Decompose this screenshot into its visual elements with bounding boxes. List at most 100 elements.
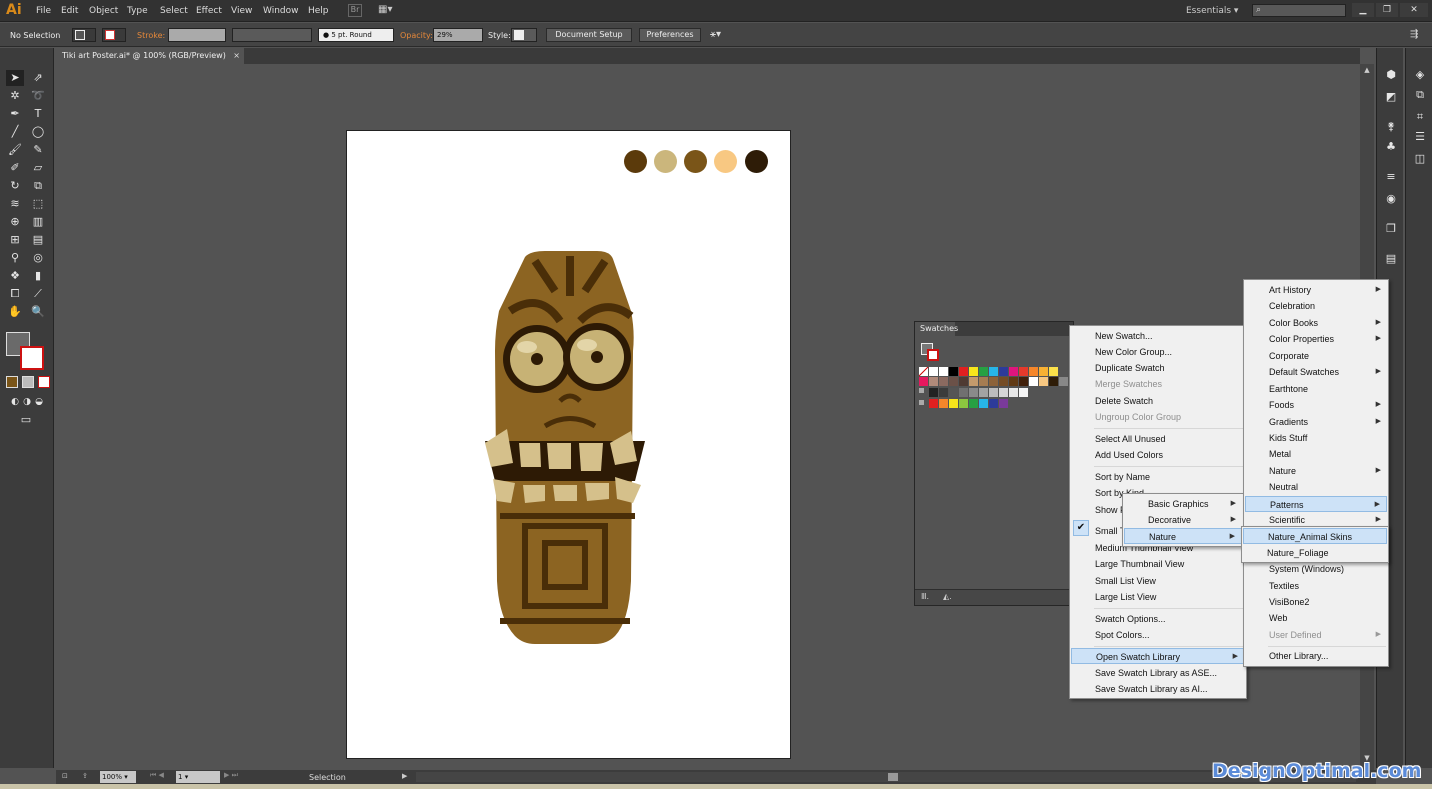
web-item[interactable]: Web <box>1245 610 1387 626</box>
palette-color-4[interactable] <box>714 150 737 173</box>
appearance-icon[interactable]: ◉ <box>1383 192 1399 206</box>
stroke-weight-field[interactable] <box>168 28 226 42</box>
column-graph-tool-icon[interactable]: ▮ <box>29 268 47 284</box>
color-mode-icon[interactable] <box>6 376 18 388</box>
status-menu-arrow-icon[interactable]: ▶ <box>402 772 410 782</box>
screen-mode-icon[interactable]: ▭ <box>17 412 35 428</box>
corporate-item[interactable]: Corporate <box>1245 348 1387 364</box>
bridge-icon[interactable]: Br <box>348 4 362 17</box>
save-library-ase-item[interactable]: Save Swatch Library as ASE... <box>1071 665 1245 681</box>
swatch-stroke-indicator[interactable] <box>927 349 939 361</box>
preferences-button[interactable]: Preferences <box>639 28 701 42</box>
direct-selection-tool-icon[interactable]: ⇗ <box>29 70 47 86</box>
art-history-item[interactable]: Art History ▶ <box>1245 282 1387 298</box>
celebration-item[interactable]: Celebration <box>1245 298 1387 314</box>
select-all-unused-item[interactable]: Select All Unused <box>1071 431 1245 447</box>
arrange-icon[interactable]: ⚹▾ <box>710 29 721 40</box>
menu-select[interactable]: Select <box>160 6 188 16</box>
magic-wand-tool-icon[interactable]: ✲ <box>6 88 24 104</box>
gradients-item[interactable]: Gradients ▶ <box>1245 414 1387 430</box>
gradient-panel-icon[interactable]: ◩ <box>1383 90 1399 104</box>
menu-edit[interactable]: Edit <box>61 6 78 16</box>
variable-width-dropdown[interactable] <box>232 28 312 42</box>
hand-tool-icon[interactable]: ✋ <box>6 304 24 320</box>
symbols-icon[interactable]: ♣ <box>1383 140 1399 154</box>
swatch-libraries-menu-icon[interactable]: Ⅲ. <box>921 592 929 601</box>
blob-brush-tool-icon[interactable]: ✐ <box>6 160 24 176</box>
spot-colors-item[interactable]: Spot Colors... <box>1071 627 1245 643</box>
opacity-field[interactable]: 29% <box>433 28 483 42</box>
warp-tool-icon[interactable]: ≋ <box>6 196 24 212</box>
shape-builder-tool-icon[interactable]: ⊕ <box>6 214 24 230</box>
artboard-tool-icon[interactable]: ⧠ <box>6 286 24 302</box>
open-swatch-library-item[interactable]: Open Swatch Library ▶ <box>1071 648 1245 664</box>
menu-help[interactable]: Help <box>308 6 329 16</box>
tiki-illustration[interactable] <box>485 251 655 646</box>
artboard[interactable] <box>346 130 791 759</box>
menu-file[interactable]: File <box>36 6 51 16</box>
menu-view[interactable]: View <box>231 6 252 16</box>
new-color-group-item[interactable]: New Color Group... <box>1071 344 1245 360</box>
pathfinder-icon[interactable]: ◫ <box>1412 152 1428 166</box>
type-tool-icon[interactable]: T <box>29 106 47 122</box>
other-library-item[interactable]: Other Library... <box>1245 648 1387 664</box>
neutral-item[interactable]: Neutral <box>1245 479 1387 495</box>
gradient-tool-icon[interactable]: ▤ <box>29 232 47 248</box>
color-books-item[interactable]: Color Books ▶ <box>1245 315 1387 331</box>
pen-tool-icon[interactable]: ✒ <box>6 106 24 122</box>
line-tool-icon[interactable]: ╱ <box>6 124 24 140</box>
brush-dropdown[interactable]: ● 5 pt. Round <box>318 28 394 42</box>
control-panel-menu-icon[interactable]: ⇶ <box>1410 29 1418 40</box>
draw-inside-icon[interactable]: ◒ <box>30 394 48 410</box>
paintbrush-tool-icon[interactable]: 🖌 <box>6 142 24 158</box>
palette-color-1[interactable] <box>624 150 647 173</box>
sort-by-name-item[interactable]: Sort by Name <box>1071 469 1245 485</box>
scroll-up-icon[interactable]: ▲ <box>1362 66 1372 76</box>
artboard-number-dropdown[interactable]: 1 ▾ <box>176 771 220 783</box>
delete-swatch-item[interactable]: Delete Swatch <box>1071 393 1245 409</box>
workspace-switcher[interactable]: Essentials ▾ <box>1186 6 1238 16</box>
transparency-icon[interactable]: ▤ <box>1383 252 1399 266</box>
color-properties-item[interactable]: Color Properties ▶ <box>1245 331 1387 347</box>
nature-animal-skins-item[interactable]: Nature_Animal Skins <box>1243 528 1387 544</box>
arrange-documents-icon[interactable]: ▦▾ <box>378 4 400 17</box>
system-windows-item[interactable]: System (Windows) <box>1245 561 1387 577</box>
artboard-nav-next-icon[interactable]: ▶ ⏭ <box>224 771 250 783</box>
transform-icon[interactable]: ⌗ <box>1412 110 1428 124</box>
selection-tool-icon[interactable]: ➤ <box>6 70 24 86</box>
menu-effect[interactable]: Effect <box>196 6 222 16</box>
none-mode-icon[interactable] <box>38 376 50 388</box>
default-swatches-item[interactable]: Default Swatches ▶ <box>1245 364 1387 380</box>
artboard-nav-prev-icon[interactable]: ⏮ ◀ <box>150 771 176 783</box>
visibone2-item[interactable]: VisiBone2 <box>1245 594 1387 610</box>
style-dropdown[interactable] <box>511 28 537 42</box>
kids-stuff-item[interactable]: Kids Stuff <box>1245 430 1387 446</box>
slice-tool-icon[interactable]: ⟋ <box>29 286 47 302</box>
lasso-tool-icon[interactable]: ➰ <box>29 88 47 104</box>
swatch-kind-menu-icon[interactable]: ◭. <box>943 592 952 601</box>
swatch-grid[interactable] <box>919 367 1069 415</box>
graphic-styles-icon[interactable]: ❐ <box>1383 222 1399 236</box>
large-list-view-item[interactable]: Large List View <box>1071 589 1245 605</box>
align-icon[interactable]: ☰ <box>1412 130 1428 144</box>
swatches-tab[interactable]: Swatches <box>915 322 958 336</box>
add-used-colors-item[interactable]: Add Used Colors <box>1071 447 1245 463</box>
basic-graphics-item[interactable]: Basic Graphics ▶ <box>1124 496 1242 512</box>
search-input[interactable]: ⌕ <box>1252 4 1346 17</box>
metal-item[interactable]: Metal <box>1245 446 1387 462</box>
restore-button[interactable]: ❐ <box>1376 3 1398 17</box>
menu-window[interactable]: Window <box>263 6 299 16</box>
palette-color-2[interactable] <box>654 150 677 173</box>
free-transform-tool-icon[interactable]: ⬚ <box>29 196 47 212</box>
layers-icon[interactable]: ◈ <box>1412 68 1428 82</box>
share-icon[interactable]: ⇪ <box>82 772 94 782</box>
gradient-mode-icon[interactable] <box>22 376 34 388</box>
stroke-swatch[interactable] <box>20 346 44 370</box>
palette-color-3[interactable] <box>684 150 707 173</box>
stroke-label[interactable]: Stroke: <box>137 31 165 40</box>
opacity-label[interactable]: Opacity: <box>400 31 433 40</box>
palette-color-5[interactable] <box>745 150 768 173</box>
small-list-view-item[interactable]: Small List View <box>1071 573 1245 589</box>
document-setup-button[interactable]: Document Setup <box>546 28 632 42</box>
symbol-sprayer-tool-icon[interactable]: ❖ <box>6 268 24 284</box>
